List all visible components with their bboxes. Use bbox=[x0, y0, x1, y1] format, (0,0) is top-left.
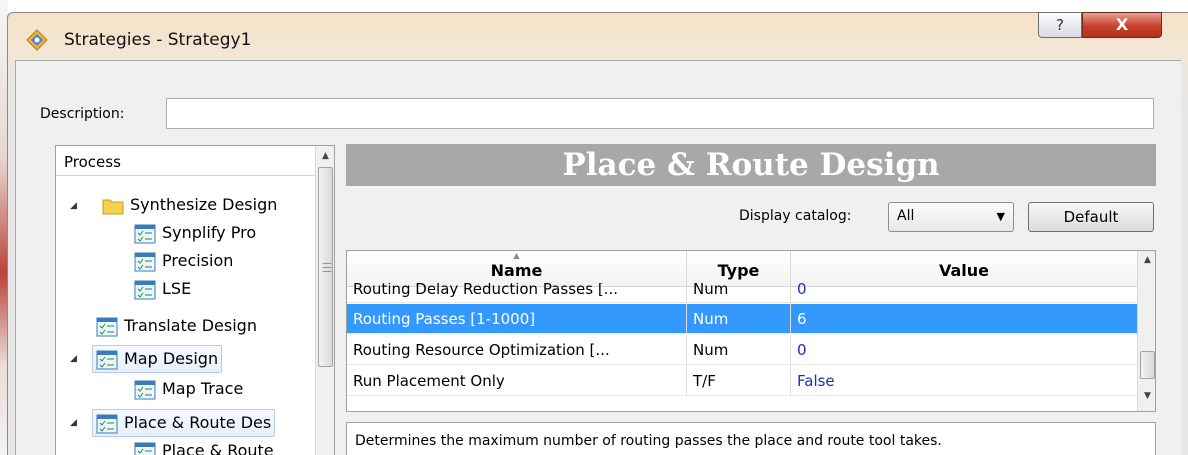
help-button[interactable]: ? bbox=[1038, 12, 1082, 38]
cell-value[interactable]: False bbox=[791, 366, 1137, 396]
tree-item-label: Map Design bbox=[124, 349, 219, 368]
expanded-arrow-icon[interactable]: ◢ bbox=[70, 409, 77, 437]
cell-type: Num bbox=[687, 335, 791, 365]
tree-item-translate-design[interactable]: Translate Design bbox=[96, 313, 257, 341]
grip-icon: — — — bbox=[322, 258, 332, 277]
cell-value[interactable]: 0 bbox=[791, 335, 1137, 365]
cell-type: Num bbox=[687, 304, 791, 334]
column-header-type[interactable]: Type bbox=[687, 251, 791, 287]
tree-item-label: Synplify Pro bbox=[162, 223, 257, 242]
cell-value[interactable]: 6 bbox=[791, 304, 1137, 334]
property-help-text: Determines the maximum number of routing… bbox=[346, 422, 1156, 455]
properties-grid[interactable]: ▲ Name Type Value Routing Delay Reductio… bbox=[346, 250, 1156, 412]
scroll-up-arrow-icon[interactable]: ▲ bbox=[316, 146, 334, 166]
folder-icon bbox=[102, 199, 124, 214]
table-row[interactable]: Routing Passes [1-1000] Num 6 bbox=[347, 304, 1137, 334]
grid-scrollbar[interactable]: ▲ ▼ bbox=[1137, 251, 1155, 411]
cell-type: T/F bbox=[687, 366, 791, 396]
display-catalog-label: Display catalog: bbox=[739, 208, 852, 224]
scroll-down-arrow-icon[interactable]: ▼ bbox=[1138, 391, 1155, 401]
window-title: Strategies - Strategy1 bbox=[64, 30, 252, 50]
process-tree[interactable]: Process ◢ Synthesize Design Synplify Pro… bbox=[55, 145, 335, 455]
strategy-icon bbox=[134, 442, 156, 455]
tree-item-place-route[interactable]: Place & Route bbox=[134, 438, 274, 455]
tree-item-label: Synthesize Design bbox=[130, 195, 278, 214]
cell-type: Num bbox=[687, 283, 791, 303]
expanded-arrow-icon[interactable]: ◢ bbox=[70, 345, 77, 373]
tree-item-label: Translate Design bbox=[124, 316, 257, 335]
tree-item-label: Place & Route bbox=[162, 441, 274, 455]
cell-name: Routing Resource Optimization [... bbox=[347, 335, 687, 365]
sort-ascending-icon: ▲ bbox=[513, 251, 520, 260]
dropdown-arrow-icon: ▼ bbox=[996, 210, 1005, 223]
strategy-icon bbox=[134, 280, 156, 299]
expanded-arrow-icon[interactable]: ◢ bbox=[70, 192, 77, 220]
cell-value[interactable]: 0 bbox=[791, 283, 1137, 303]
tree-item-label: Precision bbox=[162, 251, 234, 270]
strategy-icon bbox=[134, 252, 156, 271]
page-title: Place & Route Design bbox=[346, 144, 1156, 186]
strategy-icon bbox=[96, 317, 118, 336]
strategy-app-icon bbox=[26, 29, 48, 51]
tree-item-synplify-pro[interactable]: Synplify Pro bbox=[134, 220, 256, 248]
description-label: Description: bbox=[40, 106, 125, 122]
cell-name: Routing Delay Reduction Passes [... bbox=[347, 283, 687, 303]
table-row[interactable]: Routing Delay Reduction Passes [... Num … bbox=[347, 283, 1137, 303]
strategy-icon bbox=[134, 380, 156, 399]
tree-item-precision[interactable]: Precision bbox=[134, 248, 233, 276]
column-header-name[interactable]: ▲ Name bbox=[347, 251, 687, 287]
default-button[interactable]: Default bbox=[1028, 202, 1154, 232]
process-tree-header[interactable]: Process bbox=[56, 146, 316, 176]
scrollbar-thumb[interactable]: — — — bbox=[318, 167, 333, 367]
description-input[interactable] bbox=[166, 98, 1154, 129]
tree-item-label: Place & Route Des bbox=[124, 413, 272, 432]
table-row[interactable]: Run Placement Only T/F False bbox=[347, 366, 1137, 396]
tree-item-label: Map Trace bbox=[162, 379, 244, 398]
tree-item-lse[interactable]: LSE bbox=[134, 276, 191, 304]
scroll-up-arrow-icon[interactable]: ▲ bbox=[1138, 255, 1155, 265]
tree-item-map-trace[interactable]: Map Trace bbox=[134, 376, 243, 404]
strategy-icon bbox=[96, 350, 118, 369]
grid-header: ▲ Name Type Value bbox=[347, 251, 1137, 287]
tree-scrollbar[interactable]: ▲ — — — bbox=[315, 146, 334, 455]
cell-name: Run Placement Only bbox=[347, 366, 687, 396]
cell-name: Routing Passes [1-1000] bbox=[347, 304, 687, 334]
strategy-icon bbox=[134, 224, 156, 243]
display-catalog-value: All bbox=[897, 208, 915, 224]
table-row[interactable]: Routing Resource Optimization [... Num 0 bbox=[347, 335, 1137, 365]
scrollbar-thumb[interactable] bbox=[1140, 351, 1155, 379]
column-header-value[interactable]: Value bbox=[791, 251, 1137, 287]
display-catalog-select[interactable]: All ▼ bbox=[888, 202, 1014, 232]
strategy-icon bbox=[96, 414, 118, 433]
close-button[interactable]: X bbox=[1082, 12, 1162, 38]
tree-item-label: LSE bbox=[162, 279, 192, 298]
